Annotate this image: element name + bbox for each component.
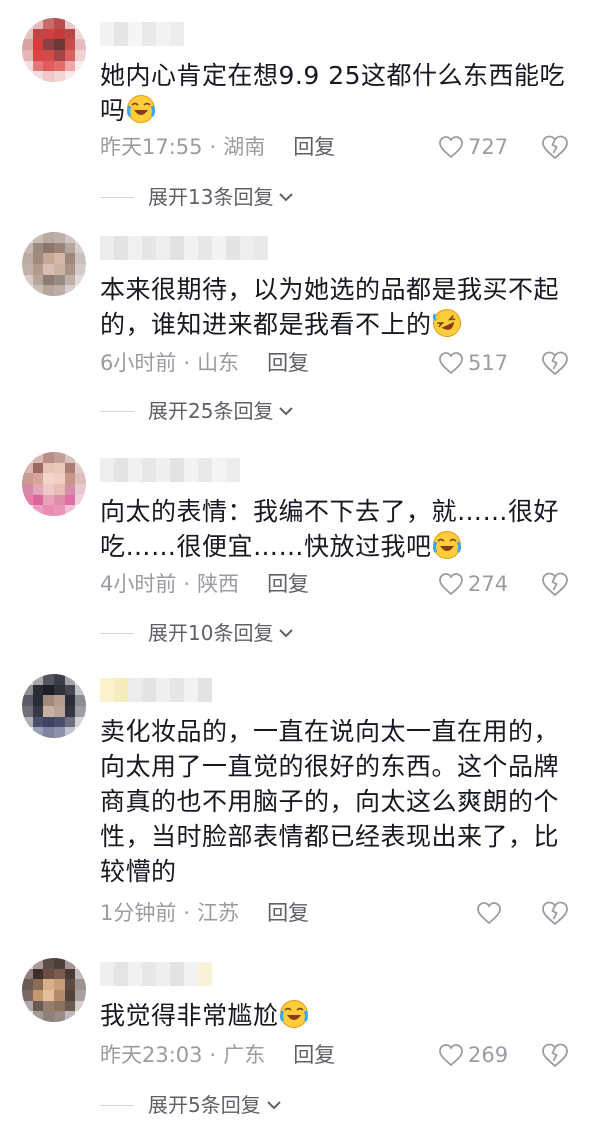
reply-button[interactable]: 回复 [267, 348, 309, 378]
like-button[interactable]: 274 [438, 569, 508, 599]
dislike-heart-icon[interactable] [541, 134, 569, 160]
username-blurred[interactable] [100, 22, 184, 46]
comment-text: 卖化妆品的，一直在说向太一直在用的，向太用了一直觉的很好的东西。这个品牌商真的也… [100, 717, 560, 886]
username-blurred[interactable] [100, 678, 212, 702]
avatar[interactable] [22, 18, 86, 82]
separator: · [209, 135, 217, 159]
avatar[interactable] [22, 452, 86, 516]
expand-replies-label: 展开13条回复 [148, 185, 274, 209]
heart-icon [477, 902, 501, 925]
comment-meta: 1分钟前 · 江苏 回复 [100, 898, 309, 928]
comment-location: 江苏 [197, 901, 240, 925]
separator: · [183, 901, 191, 925]
comment-time: 昨天23:03 [100, 1043, 203, 1067]
comment-text: 向太的表情：我编不下去了，就……很好吃……很便宜……快放过我吧 [100, 497, 560, 561]
heart-icon [439, 573, 463, 596]
comment-meta: 昨天17:55 · 湖南 回复 [100, 132, 335, 162]
comment-time: 6小时前 [100, 351, 177, 375]
comment-location: 广东 [223, 1043, 266, 1067]
comment-location: 山东 [197, 351, 240, 375]
chevron-down-icon [279, 407, 294, 416]
like-button[interactable]: 517 [438, 348, 508, 378]
separator: · [183, 572, 191, 596]
chevron-down-icon [267, 1101, 281, 1110]
comment-meta: 4小时前 · 陕西 回复 [100, 569, 309, 599]
expand-replies-label: 展开5条回复 [148, 1093, 261, 1117]
expand-replies-button[interactable]: 展开5条回复 [100, 1090, 282, 1120]
like-button[interactable]: 727 [438, 132, 508, 162]
comment-time: 4小时前 [100, 572, 177, 596]
cry-laugh-emoji [126, 94, 156, 124]
divider-line [100, 410, 134, 412]
heart-icon [439, 352, 463, 375]
reply-button[interactable]: 回复 [293, 1040, 335, 1070]
divider-line [100, 632, 134, 634]
divider-line [100, 1104, 134, 1106]
chevron-down-icon [279, 629, 294, 638]
username-blurred[interactable] [100, 236, 268, 260]
expand-replies-button[interactable]: 展开25条回复 [100, 396, 294, 426]
separator: · [183, 351, 191, 375]
rofl-emoji [432, 308, 462, 338]
expand-replies-button[interactable]: 展开13条回复 [100, 182, 294, 212]
heart-icon [439, 136, 463, 159]
reply-button[interactable]: 回复 [267, 569, 309, 599]
divider-line [100, 196, 134, 198]
dislike-heart-icon[interactable] [541, 1042, 569, 1068]
like-count: 517 [468, 351, 509, 375]
username-blurred[interactable] [100, 458, 240, 482]
username-blurred[interactable] [100, 962, 212, 986]
heart-icon [439, 1044, 463, 1067]
comment-time: 1分钟前 [100, 901, 177, 925]
expand-replies-button[interactable]: 展开10条回复 [100, 618, 294, 648]
like-count: 727 [468, 135, 509, 159]
comment-time: 昨天17:55 [100, 135, 203, 159]
comment-text: 我觉得非常尴尬 [100, 998, 570, 1033]
cry-laugh-emoji [279, 999, 309, 1029]
avatar[interactable] [22, 674, 86, 738]
comment-meta: 昨天23:03 · 广东 回复 [100, 1040, 335, 1070]
comment-meta: 6小时前 · 山东 回复 [100, 348, 309, 378]
expand-replies-label: 展开25条回复 [148, 399, 274, 423]
comment-location: 陕西 [197, 572, 240, 596]
comment-location: 湖南 [223, 135, 266, 159]
reply-button[interactable]: 回复 [293, 132, 335, 162]
like-count: 269 [468, 1043, 509, 1067]
expand-replies-label: 展开10条回复 [148, 621, 274, 645]
like-count: 274 [468, 572, 509, 596]
dislike-heart-icon[interactable] [541, 900, 569, 926]
like-button[interactable] [476, 898, 506, 928]
chevron-down-icon [279, 193, 294, 202]
cry-laugh-emoji [432, 530, 462, 560]
dislike-heart-icon[interactable] [541, 350, 569, 376]
dislike-heart-icon[interactable] [541, 571, 569, 597]
comment-text: 本来很期待，以为她选的品都是我买不起的，谁知进来都是我看不上的 [100, 275, 560, 339]
comment-text: 她内心肯定在想9.9 25这都什么东西能吃吗 [100, 61, 566, 125]
avatar[interactable] [22, 232, 86, 296]
like-button[interactable]: 269 [438, 1040, 508, 1070]
reply-button[interactable]: 回复 [267, 898, 309, 928]
avatar[interactable] [22, 958, 86, 1022]
separator: · [209, 1043, 217, 1067]
